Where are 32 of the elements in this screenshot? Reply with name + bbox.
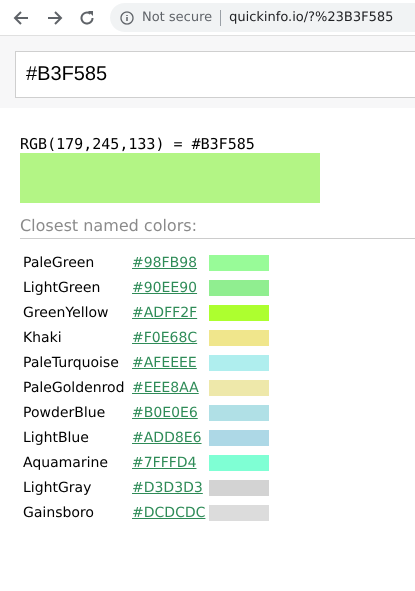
hex-link[interactable]: #AFEEEE: [132, 352, 209, 374]
color-name: Gainsboro: [23, 504, 95, 522]
hex-link[interactable]: #F0E68C: [132, 328, 209, 348]
back-button[interactable]: [12, 8, 30, 26]
hex-link[interactable]: #B0E0E6: [132, 402, 209, 424]
color-name: LightGray: [23, 478, 92, 498]
color-name: LightBlue: [23, 428, 90, 448]
url-text: quickinfo.io/?%23B3F585: [229, 8, 394, 27]
color-input-field[interactable]: #B3F585: [15, 51, 415, 98]
hex-link[interactable]: #90EE90: [132, 278, 209, 298]
hex-link[interactable]: #ADFF2F: [132, 302, 209, 324]
rgb-heading: RGB(179,245,133) = #B3F585: [20, 135, 256, 153]
security-label: Not secure: [142, 8, 212, 27]
hex-link[interactable]: #98FB98: [132, 252, 209, 274]
closest-colors-title: Closest named colors:: [20, 215, 415, 239]
color-name: GreenYellow: [23, 304, 110, 322]
reload-button[interactable]: [78, 8, 96, 26]
color-name: Khaki: [23, 328, 63, 348]
info-icon: [120, 10, 134, 24]
address-bar[interactable]: Not secure quickinfo.io/?%23B3F585: [110, 3, 415, 32]
color-name: PaleGreen: [23, 254, 96, 272]
color-name: Aquamarine: [23, 454, 110, 472]
hex-link[interactable]: #D3D3D3: [132, 478, 209, 498]
color-name: PaleTurquoise: [23, 354, 120, 372]
hex-link[interactable]: #DCDCDC: [132, 502, 209, 524]
hex-link[interactable]: #7FFFD4: [132, 452, 209, 474]
hex-link[interactable]: #ADD8E6: [132, 428, 209, 448]
color-name: LightGreen: [23, 278, 102, 298]
hex-link[interactable]: #EEE8AA: [132, 378, 209, 398]
color-name: PowderBlue: [23, 404, 106, 422]
color-name: PaleGoldenrod: [23, 378, 126, 398]
forward-button[interactable]: [46, 8, 64, 26]
